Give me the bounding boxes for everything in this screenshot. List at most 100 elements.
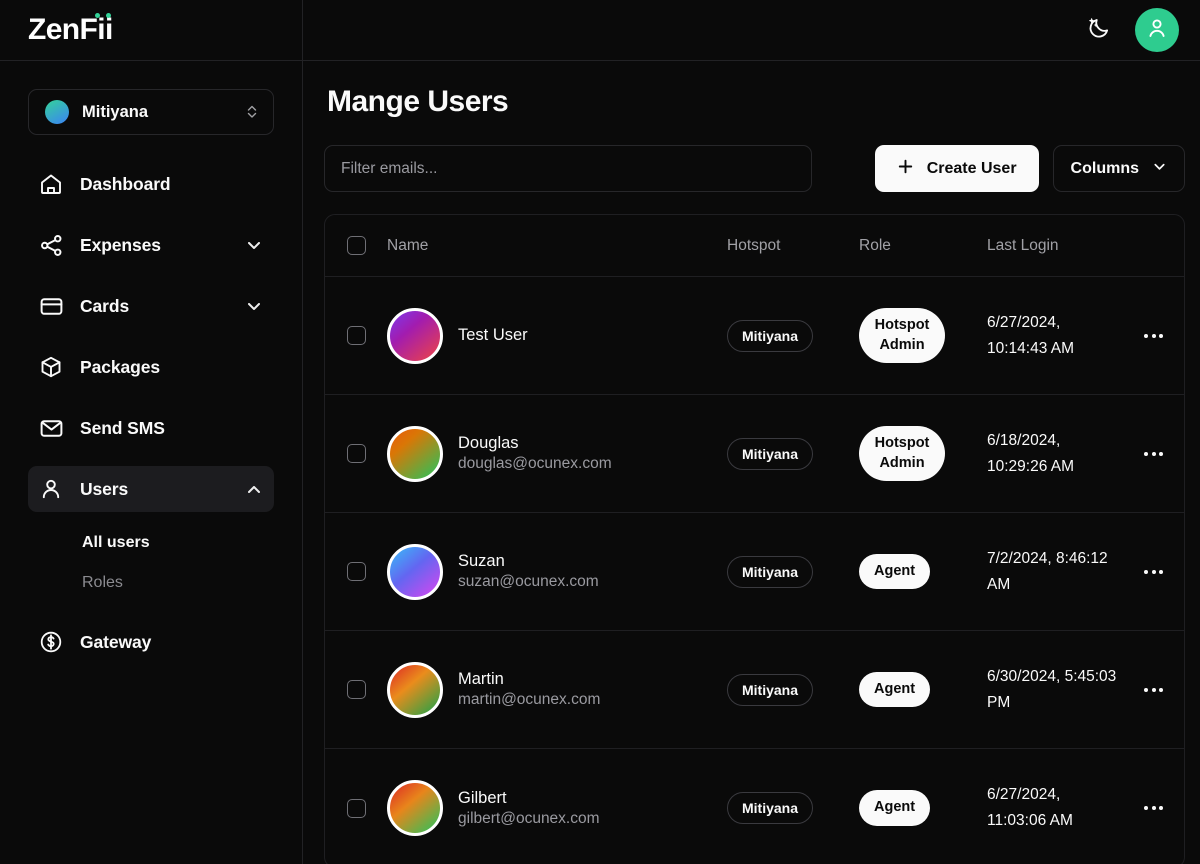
hotspot-cell: Mitiyana <box>727 792 859 824</box>
sidebar-item-users[interactable]: Users <box>28 466 274 512</box>
chevron-up-icon[interactable] <box>246 481 262 497</box>
hotspot-badge: Mitiyana <box>727 319 814 352</box>
row-actions-cell <box>1123 796 1184 820</box>
table-row[interactable]: Douglas douglas@ocunex.com Mitiyana Hots… <box>325 395 1184 513</box>
role-badge: Agent <box>859 790 931 826</box>
chevrons-up-down-icon <box>245 103 259 121</box>
row-checkbox[interactable] <box>346 444 366 463</box>
user-name-cell: Martin martin@ocunex.com <box>387 661 727 718</box>
main-area: Mange Users Create User Columns <box>303 0 1200 864</box>
role-badge: Agent <box>859 671 931 708</box>
create-user-button[interactable]: Create User <box>874 145 1039 192</box>
page-title: Mange Users <box>327 85 509 118</box>
plus-icon <box>897 158 914 180</box>
share-network-icon <box>38 232 64 258</box>
last-login-cell: 6/27/2024, 10:14:43 AM <box>987 310 1123 361</box>
row-checkbox[interactable] <box>346 798 366 818</box>
table-row[interactable]: Suzan suzan@ocunex.com Mitiyana Agent 7/… <box>325 513 1184 631</box>
chevron-down-icon[interactable] <box>246 237 262 253</box>
row-checkbox[interactable] <box>346 680 366 699</box>
last-login-cell: 7/2/2024, 8:46:12 AM <box>987 546 1123 597</box>
user-email: gilbert@ocunex.com <box>458 809 600 827</box>
user-name-cell: Suzan suzan@ocunex.com <box>387 543 727 600</box>
sidebar-item-send-sms[interactable]: Send SMS <box>28 405 274 451</box>
table-row[interactable]: Gilbert gilbert@ocunex.com Mitiyana Agen… <box>325 749 1184 864</box>
role-cell: Hotspot Admin <box>859 307 987 364</box>
filter-emails-input[interactable] <box>324 145 812 192</box>
users-table: Name Hotspot Role Last Login Test User M… <box>324 214 1185 864</box>
avatar <box>387 780 443 836</box>
user-avatar-button[interactable] <box>1135 8 1179 52</box>
avatar <box>387 661 443 718</box>
user-email: martin@ocunex.com <box>458 691 601 708</box>
user-identity: Test User <box>458 326 528 345</box>
role-cell: Agent <box>859 553 987 590</box>
last-login-value: 6/27/2024, 11:03:06 AM <box>987 786 1073 829</box>
row-checkbox[interactable] <box>346 562 366 581</box>
envelope-icon <box>38 415 64 441</box>
chevron-down-icon[interactable] <box>246 298 262 314</box>
ellipsis-icon[interactable] <box>1134 324 1173 348</box>
column-header-name[interactable]: Name <box>387 237 727 255</box>
row-checkbox[interactable] <box>346 326 366 345</box>
theme-toggle-button[interactable] <box>1085 16 1113 44</box>
avatar <box>387 543 443 600</box>
last-login-value: 6/18/2024, 10:29:26 AM <box>987 431 1075 475</box>
org-avatar <box>45 100 69 124</box>
last-login-cell: 6/30/2024, 5:45:03 PM <box>987 664 1123 715</box>
table-row[interactable]: Test User Mitiyana Hotspot Admin 6/27/20… <box>325 277 1184 395</box>
create-user-label: Create User <box>926 159 1017 177</box>
ellipsis-icon[interactable] <box>1134 678 1173 702</box>
sidebar-item-gateway[interactable]: Gateway <box>28 619 274 665</box>
ellipsis-icon[interactable] <box>1134 560 1173 584</box>
last-login-cell: 6/18/2024, 10:29:26 AM <box>987 428 1123 479</box>
user-icon <box>1145 16 1169 45</box>
hotspot-cell: Mitiyana <box>727 673 859 706</box>
sidebar-item-cards[interactable]: Cards <box>28 283 274 329</box>
sidebar-submenu-users: All users Roles <box>28 523 274 603</box>
hotspot-badge: Mitiyana <box>727 792 814 824</box>
user-identity: Martin martin@ocunex.com <box>458 670 600 709</box>
column-header-role[interactable]: Role <box>859 237 987 255</box>
sidebar-nav: Dashboard Expenses Cards Packages Send S… <box>0 161 302 680</box>
row-select-cell <box>325 798 387 818</box>
toolbar-actions: Create User Columns <box>874 145 1185 192</box>
org-selector[interactable]: Mitiyana <box>28 89 274 135</box>
row-select-cell <box>325 326 387 345</box>
user-name-cell: Gilbert gilbert@ocunex.com <box>387 780 727 836</box>
ellipsis-icon[interactable] <box>1134 796 1173 820</box>
last-login-value: 7/2/2024, 8:46:12 AM <box>987 549 1108 593</box>
moon-stars-icon <box>1086 15 1112 46</box>
column-header-last-login[interactable]: Last Login <box>987 237 1123 255</box>
last-login-value: 6/30/2024, 5:45:03 PM <box>987 667 1117 711</box>
column-header-hotspot[interactable]: Hotspot <box>727 237 859 255</box>
hotspot-badge: Mitiyana <box>727 437 814 470</box>
app-root: ZenFii Mitiyana Dashboard Expenses Cards… <box>0 0 1200 864</box>
avatar <box>387 425 443 482</box>
user-name-cell: Test User <box>387 307 727 364</box>
avatar <box>387 307 443 364</box>
row-select-cell <box>325 680 387 699</box>
sidebar-item-dashboard[interactable]: Dashboard <box>28 161 274 207</box>
credit-card-icon <box>38 293 64 319</box>
table-header-row: Name Hotspot Role Last Login <box>325 215 1184 277</box>
page-content: Mange Users Create User Columns <box>303 61 1200 864</box>
ellipsis-icon[interactable] <box>1134 442 1173 466</box>
sidebar-item-packages[interactable]: Packages <box>28 344 274 390</box>
sidebar: ZenFii Mitiyana Dashboard Expenses Cards… <box>0 0 303 864</box>
user-identity: Gilbert gilbert@ocunex.com <box>458 789 600 828</box>
logo-dot-icon <box>94 13 100 18</box>
sidebar-item-label: Dashboard <box>80 173 171 194</box>
package-box-icon <box>38 354 64 380</box>
column-header-label: Name <box>387 236 429 254</box>
sidebar-item-all-users[interactable]: All users <box>82 523 274 563</box>
select-all-checkbox[interactable] <box>346 236 366 255</box>
columns-button[interactable]: Columns <box>1052 145 1185 192</box>
sidebar-item-expenses[interactable]: Expenses <box>28 222 274 268</box>
hotspot-badge: Mitiyana <box>727 555 814 588</box>
sidebar-item-roles[interactable]: Roles <box>82 563 274 603</box>
table-row[interactable]: Martin martin@ocunex.com Mitiyana Agent … <box>325 631 1184 749</box>
column-header-label: Last Login <box>987 236 1059 254</box>
hotspot-cell: Mitiyana <box>727 555 859 588</box>
sidebar-subitem-label: All users <box>82 534 150 551</box>
